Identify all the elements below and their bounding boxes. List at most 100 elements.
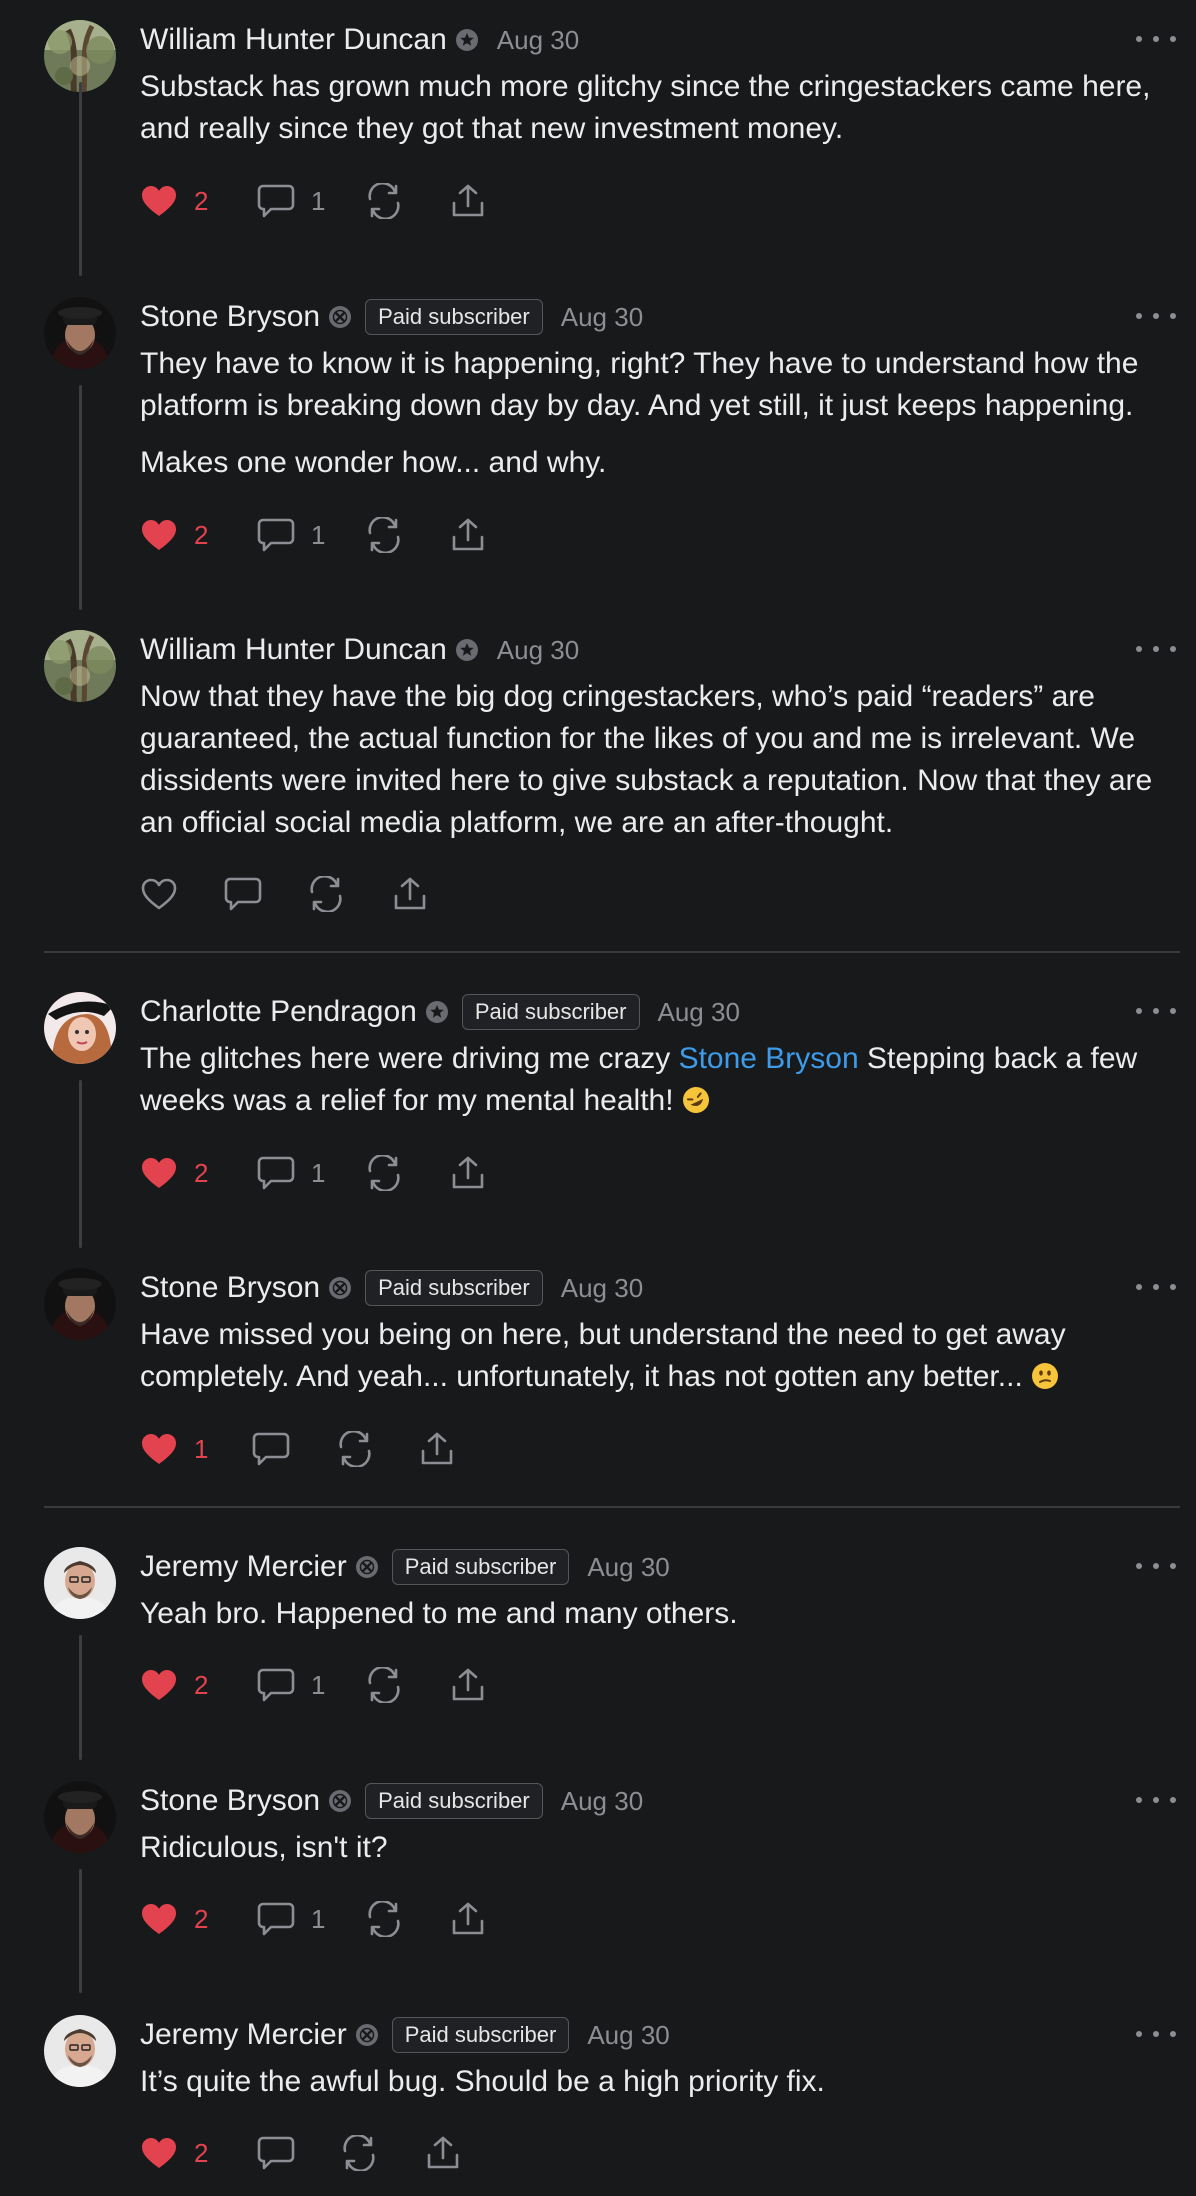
share-button[interactable] <box>425 2132 461 2174</box>
author-name[interactable]: Jeremy Mercier <box>140 2018 347 2052</box>
share-button[interactable] <box>419 1428 455 1470</box>
thread-line <box>79 1635 82 1760</box>
star-badge-icon <box>455 638 479 662</box>
like-button[interactable]: 2 <box>140 514 208 556</box>
comment-feed: William Hunter Duncan Aug 30 Substack has … <box>0 0 1196 2196</box>
comment-body: The glitches here were driving me crazy … <box>140 1038 1176 1137</box>
avatar[interactable] <box>44 1781 116 1853</box>
reply-button[interactable]: 1 <box>257 514 325 556</box>
like-button[interactable]: 2 <box>140 2132 208 2174</box>
x-badge-icon <box>355 2023 379 2047</box>
restack-icon <box>365 517 403 553</box>
comment-date[interactable]: Aug 30 <box>587 2020 669 2051</box>
comment-body: Ridiculous, isn't it? <box>140 1827 1176 1884</box>
restack-button[interactable] <box>340 2132 378 2174</box>
comment-date[interactable]: Aug 30 <box>561 302 643 333</box>
restack-button[interactable] <box>365 1898 403 1940</box>
paid-subscriber-badge: Paid subscriber <box>391 1549 570 1585</box>
restack-button[interactable] <box>365 514 403 556</box>
restack-button[interactable] <box>365 180 403 222</box>
reply-count: 1 <box>311 185 326 216</box>
author-name[interactable]: Jeremy Mercier <box>140 1550 347 1584</box>
like-button[interactable]: 2 <box>140 1664 208 1706</box>
heart-filled-icon <box>140 184 178 218</box>
comment-paragraph: Makes one wonder how... and why. <box>140 446 607 479</box>
like-button[interactable]: 1 <box>140 1428 208 1470</box>
share-button[interactable] <box>450 1898 486 1940</box>
share-button[interactable] <box>392 873 428 915</box>
restack-icon <box>365 1667 403 1703</box>
author-name[interactable]: William Hunter Duncan <box>140 633 447 667</box>
reply-button[interactable]: 1 <box>257 1664 325 1706</box>
author-name[interactable]: Charlotte Pendragon <box>140 995 417 1029</box>
comment-icon <box>257 2135 295 2171</box>
more-options-icon[interactable] <box>1136 301 1176 331</box>
share-icon <box>450 183 486 219</box>
more-options-icon[interactable] <box>1136 2019 1176 2049</box>
comment-date[interactable]: Aug 30 <box>561 1786 643 1817</box>
restack-button[interactable] <box>365 1664 403 1706</box>
paid-subscriber-badge: Paid subscriber <box>365 299 543 335</box>
reply-button[interactable]: 1 <box>257 180 325 222</box>
comment-date[interactable]: Aug 30 <box>587 1552 669 1583</box>
comment-paragraph: It’s quite the awful bug. Should be a hi… <box>140 2065 825 2098</box>
share-icon <box>425 2135 461 2171</box>
comment-date[interactable]: Aug 30 <box>658 997 740 1028</box>
restack-button[interactable] <box>365 1152 403 1194</box>
more-options-icon[interactable] <box>1136 1551 1176 1581</box>
share-button[interactable] <box>450 1664 486 1706</box>
comment-body: Substack has grown much more glitchy sin… <box>140 66 1176 165</box>
comment-icon <box>257 1901 295 1937</box>
user-mention-link[interactable]: Stone Bryson <box>679 1042 859 1075</box>
like-count: 2 <box>194 1669 209 1700</box>
author-name[interactable]: Stone Bryson <box>140 1271 320 1305</box>
avatar[interactable] <box>44 1268 116 1340</box>
share-button[interactable] <box>450 1152 486 1194</box>
comment-date[interactable]: Aug 30 <box>497 635 579 666</box>
author-name[interactable]: Stone Bryson <box>140 1784 320 1818</box>
heart-filled-icon <box>140 1432 178 1466</box>
avatar[interactable] <box>44 2015 116 2087</box>
share-button[interactable] <box>450 514 486 556</box>
like-button[interactable]: 2 <box>140 1152 208 1194</box>
comment-header: Stone Bryson Paid subscriber Aug 30 <box>140 297 1176 337</box>
x-badge-icon <box>328 1276 352 1300</box>
comment-icon <box>257 183 295 219</box>
more-options-icon[interactable] <box>1136 1785 1176 1815</box>
like-button[interactable]: 2 <box>140 1898 208 1940</box>
more-options-icon[interactable] <box>1136 1272 1176 1302</box>
avatar[interactable] <box>44 630 116 702</box>
rofl-emoji <box>682 1084 710 1117</box>
share-icon <box>450 1901 486 1937</box>
like-button[interactable] <box>140 873 178 915</box>
avatar[interactable] <box>44 1547 116 1619</box>
comment-date[interactable]: Aug 30 <box>561 1273 643 1304</box>
like-button[interactable]: 2 <box>140 180 208 222</box>
comment-date[interactable]: Aug 30 <box>497 25 579 56</box>
heart-filled-icon <box>140 2136 178 2170</box>
more-options-icon[interactable] <box>1136 24 1176 54</box>
author-name[interactable]: Stone Bryson <box>140 300 320 334</box>
share-button[interactable] <box>450 180 486 222</box>
comment-paragraph: Ridiculous, isn't it? <box>140 1831 388 1864</box>
reply-button[interactable] <box>224 873 262 915</box>
author-name[interactable]: William Hunter Duncan <box>140 23 447 57</box>
avatar[interactable] <box>44 992 116 1064</box>
restack-button[interactable] <box>336 1428 374 1470</box>
reply-button[interactable] <box>252 1428 290 1470</box>
reply-button[interactable]: 1 <box>257 1152 325 1194</box>
comment-text: Have missed you being on here, but under… <box>140 1318 1066 1393</box>
comment-icon <box>257 1155 295 1191</box>
thread-line <box>79 1869 82 1993</box>
avatar[interactable] <box>44 297 116 369</box>
restack-button[interactable] <box>307 873 345 915</box>
reply-button[interactable] <box>257 2132 295 2174</box>
reply-button[interactable]: 1 <box>257 1898 325 1940</box>
more-options-icon[interactable] <box>1136 996 1176 1026</box>
restack-icon <box>340 2135 378 2171</box>
heart-filled-icon <box>140 1668 178 1702</box>
thread-divider <box>44 1506 1180 1508</box>
comment-icon <box>252 1431 290 1467</box>
more-options-icon[interactable] <box>1136 634 1176 664</box>
comment-paragraph: Yeah bro. Happened to me and many others… <box>140 1597 738 1630</box>
